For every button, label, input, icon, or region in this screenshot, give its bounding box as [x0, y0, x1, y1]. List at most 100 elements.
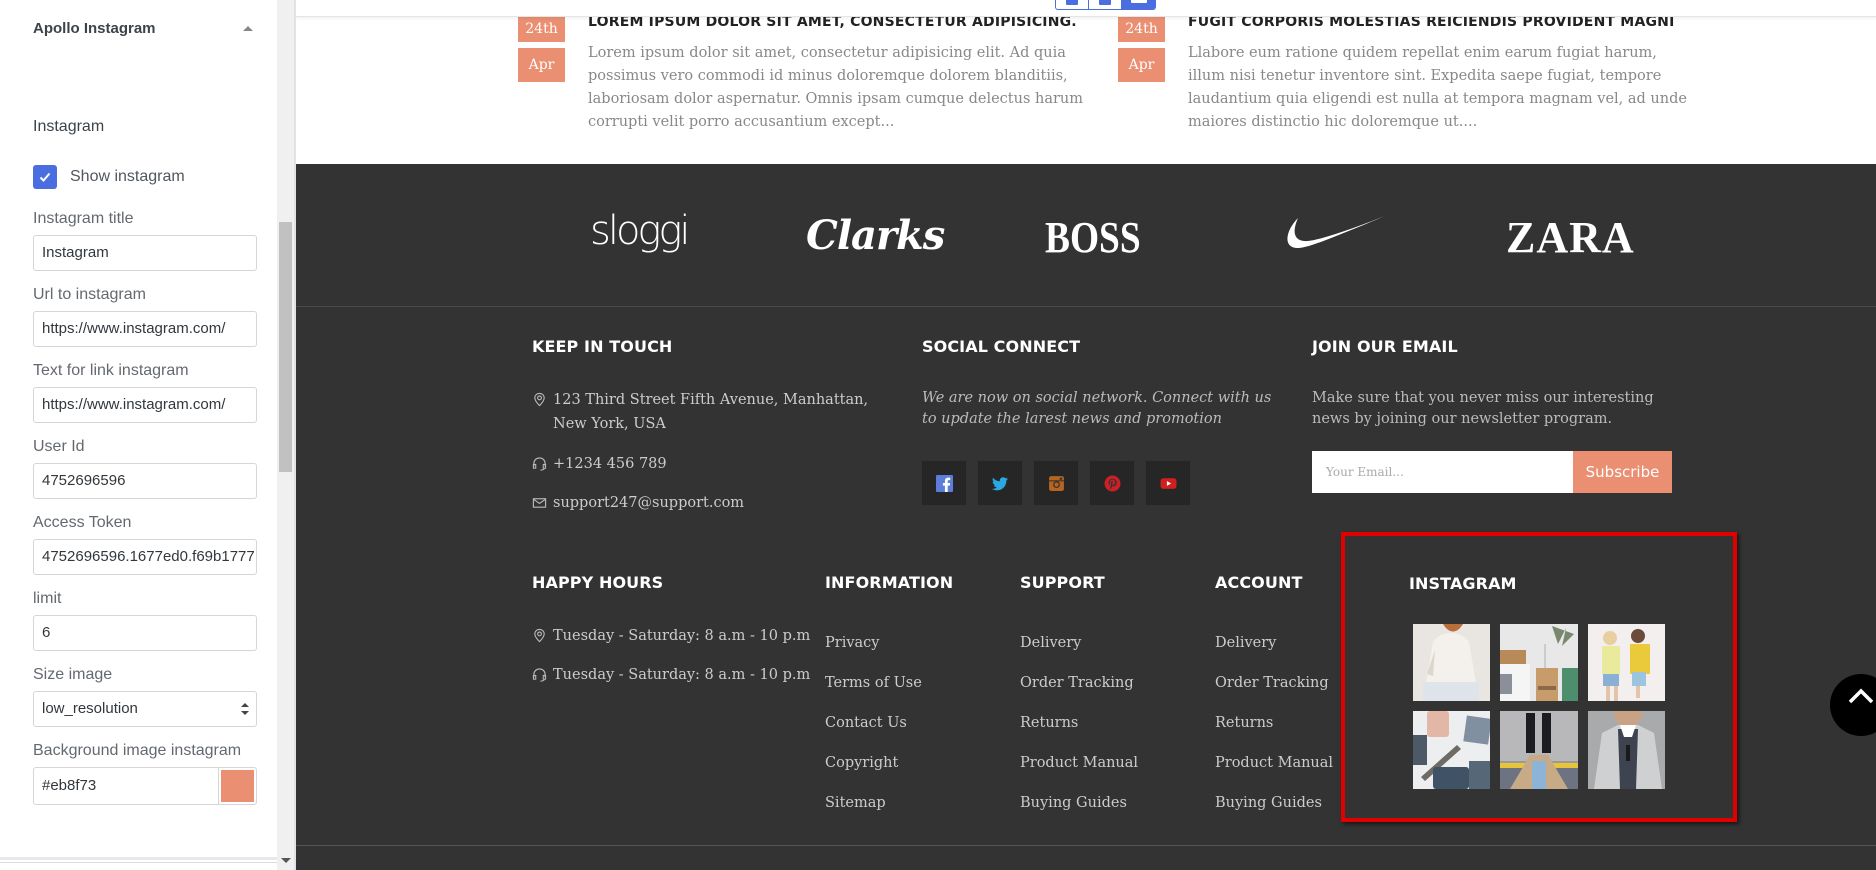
happy-hours-line: Tuesday - Saturday: 8 a.m - 10 p.m — [532, 663, 810, 687]
footer-link-contact[interactable]: Contact Us — [825, 713, 922, 753]
newsletter-form: Your Email... Subscribe — [1312, 451, 1672, 493]
brand-logo-boss[interactable]: BOSS — [1045, 212, 1141, 263]
size-image-value: low_resolution — [33, 691, 257, 727]
instagram-photo[interactable] — [1500, 711, 1578, 789]
youtube-button[interactable] — [1146, 461, 1190, 505]
section-title: Instagram — [33, 118, 105, 135]
field-label: Access Token — [33, 514, 132, 531]
footer-link[interactable]: Buying Guides — [1215, 793, 1333, 833]
post-excerpt: Llabore eum ratione quidem repellat enim… — [1188, 45, 1687, 130]
instagram-photo[interactable] — [1588, 711, 1665, 789]
envelope-icon — [532, 498, 547, 508]
instagram-photo[interactable] — [1500, 624, 1578, 701]
footer-link[interactable]: Delivery — [1020, 633, 1138, 673]
panel-scrollbar[interactable] — [277, 0, 294, 870]
color-swatch-button[interactable] — [218, 768, 256, 804]
post-excerpt: Lorem ipsum dolor sit amet, consectetur … — [588, 45, 1084, 130]
size-image-field: Size image low_resolution — [33, 664, 257, 727]
email-text[interactable]: support247@support.com — [553, 491, 744, 515]
account-title: ACCOUNT — [1215, 573, 1303, 592]
mobile-icon — [1066, 0, 1078, 5]
panel-section-header[interactable]: Apollo Instagram — [33, 20, 253, 40]
mobile-preview-button[interactable] — [1056, 0, 1089, 9]
headset-icon — [532, 668, 547, 682]
account-links: Delivery Order Tracking Returns Product … — [1215, 633, 1333, 833]
select-arrows-icon — [241, 703, 249, 717]
post-date-day: 24th — [1118, 14, 1165, 42]
scroll-down-arrow-icon[interactable] — [281, 858, 291, 863]
instagram-icon — [1048, 475, 1064, 491]
footer-link[interactable]: Order Tracking — [1020, 673, 1138, 713]
instagram-photo[interactable] — [1588, 624, 1665, 701]
twitter-icon — [991, 476, 1008, 490]
footer-link-privacy[interactable]: Privacy — [825, 633, 922, 673]
brand-logo-clarks[interactable]: Clarks — [806, 212, 945, 259]
social-description: We are now on social network. Connect wi… — [922, 390, 1272, 427]
tablet-preview-button[interactable] — [1089, 0, 1122, 9]
color-picker[interactable]: #eb8f73 — [33, 767, 257, 805]
brand-logo-zara[interactable]: ZARA — [1506, 212, 1635, 263]
instagram-widget-highlight: INSTAGRAM — [1341, 532, 1737, 822]
text-for-link-input[interactable]: https://www.instagram.com/ — [33, 387, 257, 423]
url-to-instagram-input[interactable]: https://www.instagram.com/ — [33, 311, 257, 347]
contact-email: support247@support.com — [532, 491, 744, 515]
collapse-caret-icon[interactable] — [243, 26, 253, 31]
facebook-button[interactable] — [922, 461, 966, 505]
subscribe-button[interactable]: Subscribe — [1573, 451, 1672, 493]
newsletter-email-input[interactable]: Your Email... — [1312, 451, 1573, 493]
instagram-button[interactable] — [1034, 461, 1078, 505]
photo-man-grey-blazer — [1588, 711, 1665, 789]
footer-link[interactable]: Product Manual — [1215, 753, 1333, 793]
instagram-title-input[interactable]: Instagram — [33, 235, 257, 271]
footer-link[interactable]: Delivery — [1215, 633, 1333, 673]
happy-hours-title: HAPPY HOURS — [532, 573, 664, 592]
happy-hours-text: Tuesday - Saturday: 8 a.m - 10 p.m — [553, 667, 811, 683]
twitter-button[interactable] — [978, 461, 1022, 505]
footer-link[interactable]: Product Manual — [1020, 753, 1138, 793]
desktop-preview-button[interactable] — [1122, 0, 1155, 9]
brand-logo-sloggi[interactable]: sloggi — [590, 208, 691, 254]
user-id-input[interactable]: 4752696596 — [33, 463, 257, 499]
instagram-grid — [1413, 624, 1665, 789]
youtube-icon — [1160, 477, 1176, 489]
field-label: User Id — [33, 438, 85, 455]
headset-icon — [532, 457, 547, 471]
field-label: limit — [33, 590, 62, 607]
show-instagram-checkbox[interactable] — [33, 165, 57, 189]
phone-text[interactable]: +1234 456 789 — [553, 452, 667, 476]
footer-bottom-divider — [296, 845, 1876, 846]
limit-input[interactable]: 6 — [33, 615, 257, 651]
location-pin-icon — [534, 392, 545, 407]
footer-link-sitemap[interactable]: Sitemap — [825, 793, 922, 833]
footer-link[interactable]: Returns — [1215, 713, 1333, 753]
field-label: Instagram title — [33, 210, 134, 227]
color-hex-input[interactable]: #eb8f73 — [34, 768, 218, 804]
photo-legs-black-boots — [1500, 711, 1578, 789]
access-token-input[interactable]: 4752696596.1677ed0.f69b1777 — [33, 539, 257, 575]
information-title: INFORMATION — [825, 573, 954, 592]
contact-address: 123 Third Street Fifth Avenue, Manhattan… — [532, 388, 872, 436]
footer-link-copyright[interactable]: Copyright — [825, 753, 922, 793]
brand-logo-nike[interactable] — [1284, 214, 1386, 254]
customizer-panel: Apollo Instagram Instagram Show instagra… — [0, 0, 277, 870]
site-preview: 24th Apr LOREM IPSUM DOLOR SIT AMET, CON… — [296, 0, 1876, 870]
field-label: Size image — [33, 666, 113, 683]
footer-link[interactable]: Returns — [1020, 713, 1138, 753]
tablet-icon — [1099, 0, 1111, 5]
pinterest-icon — [1104, 475, 1120, 491]
size-image-select[interactable]: low_resolution — [33, 691, 257, 727]
footer-link[interactable]: Buying Guides — [1020, 793, 1138, 833]
facebook-icon — [935, 474, 953, 492]
instagram-photo[interactable] — [1413, 624, 1490, 701]
device-switcher — [1055, 0, 1156, 10]
scrollbar-thumb[interactable] — [279, 222, 292, 472]
pinterest-button[interactable] — [1090, 461, 1134, 505]
text-for-link-field: Text for link instagram https://www.inst… — [33, 360, 257, 423]
footer-link-terms[interactable]: Terms of Use — [825, 673, 922, 713]
desktop-icon — [1130, 0, 1147, 3]
show-instagram-checkbox-row[interactable]: Show instagram — [33, 165, 185, 189]
instagram-photo[interactable] — [1413, 711, 1490, 789]
photo-flatlay-accessories — [1413, 711, 1490, 789]
footer-link[interactable]: Order Tracking — [1215, 673, 1333, 713]
background-color-field: Background image instagram #eb8f73 — [33, 740, 257, 805]
